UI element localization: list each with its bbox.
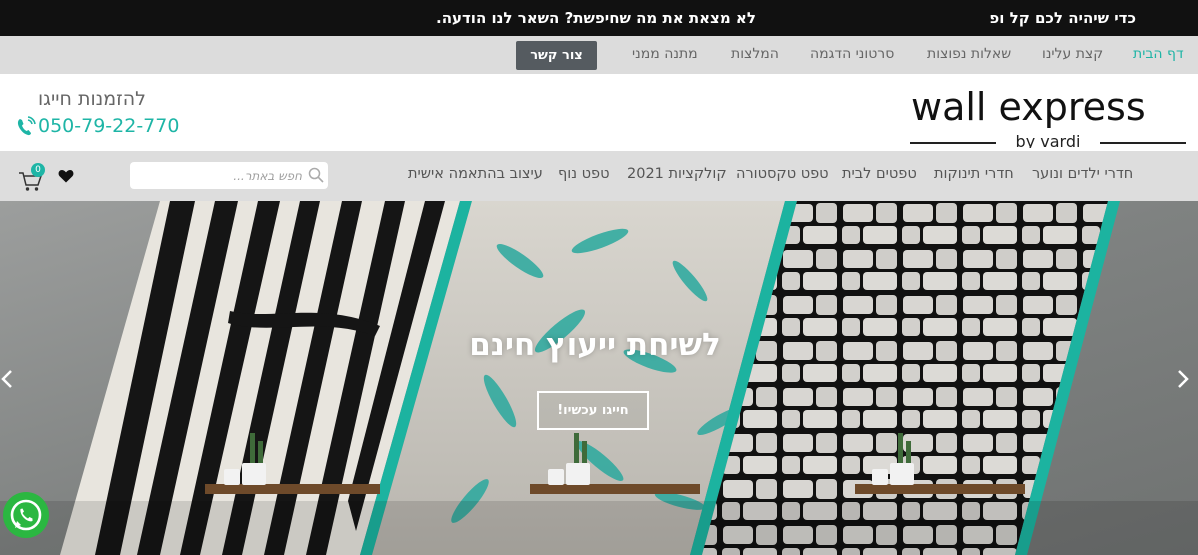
category-landscape-wallpaper[interactable]: טפט נוף — [558, 166, 610, 182]
search-icon[interactable] — [308, 167, 324, 183]
category-custom-design[interactable]: עיצוב בהתאמה אישית — [408, 166, 543, 182]
search-box — [130, 162, 328, 189]
category-baby-rooms[interactable]: חדרי תינוקות — [934, 166, 1014, 182]
category-collections-2021[interactable]: קולקציות 2021 — [627, 166, 727, 182]
phone-block: להזמנות חייגו 050-79-22-770 — [16, 88, 196, 148]
cart-count-badge: 0 — [31, 163, 45, 177]
nav-recommendations[interactable]: המלצות — [731, 46, 779, 62]
slider-prev-arrow-icon[interactable] — [0, 369, 14, 389]
hero-background-image — [0, 201, 1198, 555]
call-now-button[interactable]: חייגו עכשיו! — [537, 391, 649, 430]
nav-home[interactable]: דף הבית — [1133, 46, 1184, 62]
hero-title: לשיחת ייעוץ חינם — [469, 327, 721, 363]
announcement-bar: לא מצאת את מה שחיפשת? השאר לנו הודעה. כד… — [0, 0, 1198, 36]
hero-banner: לשיחת ייעוץ חינם חייגו עכשיו! — [0, 201, 1198, 555]
top-navigation: דף הבית קצת עלינו שאלות נפוצות סרטוני הד… — [0, 36, 1198, 74]
phone-icon — [17, 116, 36, 136]
wishlist-heart-icon[interactable] — [58, 169, 74, 183]
logo-text: wall express — [911, 85, 1146, 129]
search-input[interactable] — [130, 162, 308, 189]
phone-label: להזמנות חייגו — [38, 88, 146, 110]
category-texture-wallpaper[interactable]: טפט טקסטורה — [736, 166, 829, 182]
slider-next-arrow-icon[interactable] — [1176, 369, 1190, 389]
nav-demo-videos[interactable]: סרטוני הדגמה — [810, 46, 894, 62]
nav-faq[interactable]: שאלות נפוצות — [927, 46, 1011, 62]
site-header: wall express by vardi להזמנות חייגו 050-… — [0, 74, 1198, 151]
nav-about[interactable]: קצת עלינו — [1042, 46, 1103, 62]
site-logo[interactable]: wall express by vardi — [908, 80, 1188, 148]
announcement-message: לא מצאת את מה שחיפשת? השאר לנו הודעה. — [436, 9, 756, 27]
contact-button[interactable]: צור קשר — [516, 41, 597, 70]
whatsapp-button[interactable] — [3, 492, 49, 538]
category-home-wallpapers[interactable]: טפטים לבית — [842, 166, 917, 182]
phone-number[interactable]: 050-79-22-770 — [38, 115, 179, 137]
nav-gift[interactable]: מתנה ממני — [632, 46, 698, 62]
whatsapp-icon — [10, 499, 42, 531]
announcement-scrolling-message: כדי שיהיה לכם קל ופ — [989, 9, 1136, 27]
category-kids-rooms[interactable]: חדרי ילדים ונוער — [1032, 166, 1133, 182]
logo-subtext: by vardi — [1016, 132, 1081, 148]
cart[interactable]: 0 — [18, 163, 50, 193]
category-navigation: חדרי ילדים ונוער חדרי תינוקות טפטים לבית… — [0, 151, 1198, 201]
